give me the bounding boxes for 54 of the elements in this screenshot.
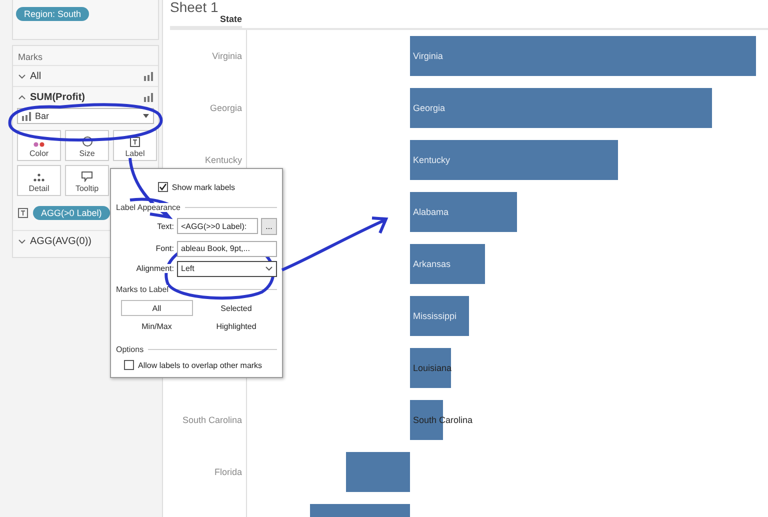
bar-label: Alabama [413,207,449,217]
bar-label: Mississippi [413,311,457,321]
mark-type-dropdown[interactable]: Bar [17,108,154,124]
speech-bubble-icon [81,171,93,182]
bar [346,452,410,492]
field-label: Font: [156,244,174,253]
checkbox[interactable] [124,360,134,370]
mark-property-button[interactable]: Detail [17,165,61,196]
chevron-down-icon [265,266,273,271]
bar-chart-icon [144,92,153,102]
mark-property-button[interactable]: Tooltip [65,165,109,196]
state-label: South Carolina [182,415,242,425]
text-field[interactable]: <AGG(>>0 Label): [177,218,258,234]
state-label: Virginia [212,51,242,61]
bar-label: Kentucky [413,155,450,165]
field-label: Text: [157,222,174,230]
field-label: Alignment: [136,264,174,273]
font-field[interactable]: ableau Book, 9pt,... [177,240,277,256]
mark-property-button[interactable]: Color [17,130,61,161]
bar-label: Arkansas [413,259,451,269]
text-box-icon [130,137,140,147]
sheet-title: Sheet 1 [170,0,220,14]
section-title: Options [116,345,144,354]
state-label: Kentucky [204,155,242,165]
mark-property-button[interactable]: Size [65,130,109,161]
marks-card-label[interactable]: AGG(AVG(0)) [30,236,153,246]
text-box-icon [18,208,28,218]
more-button[interactable]: ... [261,218,277,234]
bar-chart-icon [144,72,153,80]
marks-title: Marks [17,51,44,64]
state-label: Florida [214,467,242,477]
section-title: Label Appearance [116,203,180,212]
dropdown-arrow-icon [143,114,149,118]
checkbox-label: Show mark labels [172,182,236,192]
chevron-down-icon[interactable] [18,74,26,78]
color-dots-icon [33,142,45,147]
marks-card-label[interactable]: All [30,70,140,82]
chevron-up-icon[interactable] [18,94,26,100]
mark-property-button[interactable]: Label [113,130,157,161]
column-header: State [170,14,242,28]
checkbox-label: Allow labels to overlap other marks [138,360,262,370]
marks-card-label[interactable]: SUM(Profit) [30,92,140,102]
bar-label: Virginia [413,51,443,61]
alignment-dropdown[interactable]: Left [177,260,277,276]
bar-label: Georgia [413,103,446,113]
state-label: Georgia [210,103,242,113]
dots-icon [33,173,45,182]
chevron-down-icon[interactable] [18,238,26,244]
label-option[interactable]: All [121,300,192,316]
section-title: Marks to Label [116,285,168,294]
bar-chart-icon [22,112,31,120]
bar [410,296,469,336]
checkbox[interactable] [158,182,168,192]
circle-icon [82,136,92,147]
